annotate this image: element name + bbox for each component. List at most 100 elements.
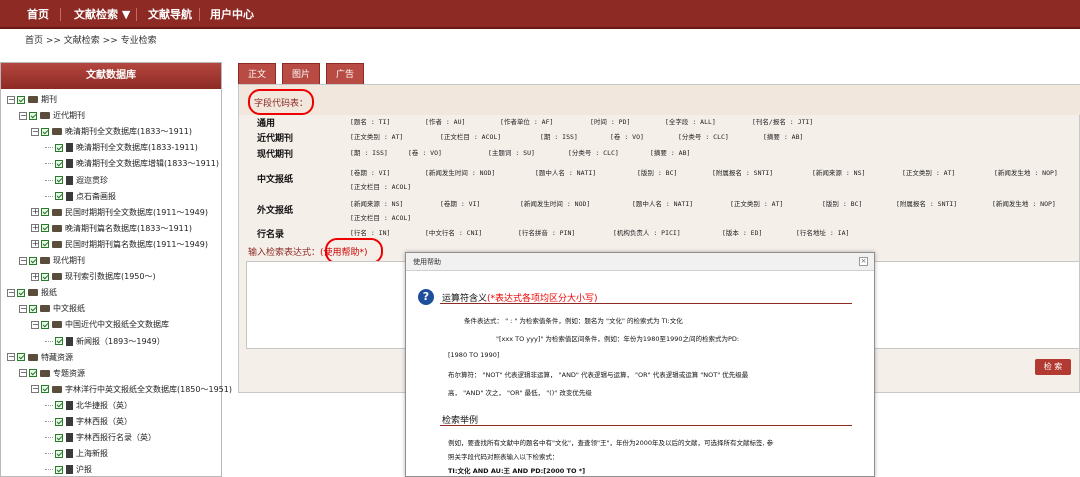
checkbox[interactable] (41, 224, 49, 233)
checkbox[interactable] (29, 304, 37, 313)
field-code: [新闻发生地 : NOP] (994, 169, 1058, 177)
document-icon (66, 336, 73, 346)
tree-node[interactable]: − 近代期刊 (19, 108, 85, 124)
checkbox[interactable] (41, 127, 49, 136)
checkbox[interactable] (55, 176, 63, 184)
checkbox[interactable] (17, 95, 25, 104)
dialog-header: 使用帮助 × (406, 253, 874, 271)
expand-icon[interactable]: + (31, 208, 39, 217)
tree-node[interactable]: − 专题资源 (19, 366, 85, 382)
tree-node[interactable]: + 现刊索引数据库(1950～) (31, 269, 156, 285)
nav-user-center[interactable]: 用户中心 (198, 0, 266, 29)
expand-icon[interactable]: + (31, 272, 39, 281)
checkbox[interactable] (55, 417, 63, 426)
tree-node[interactable]: 晚清期刊全文数据库(1833-1911) (45, 140, 198, 156)
tree-node[interactable]: + 晚清期刊篇名数据库(1833～1911) (31, 221, 192, 237)
tree-node[interactable]: − 中国近代中文报纸全文数据库 (31, 317, 169, 333)
help-line: 布尔算符： "NOT" 代表逻辑非运算， "AND" 代表逻辑与运算， "OR"… (448, 371, 749, 379)
checkbox[interactable] (55, 159, 63, 168)
checkbox[interactable] (55, 433, 63, 442)
document-icon (66, 465, 73, 475)
tab-text[interactable]: 正文 (238, 63, 276, 85)
field-code: [题中人名 : NATI] (632, 200, 694, 208)
checkbox[interactable] (29, 111, 37, 120)
checkbox[interactable] (41, 272, 49, 281)
nav-guide[interactable]: 文献导航 (136, 0, 204, 29)
collapse-icon[interactable]: − (7, 353, 15, 362)
field-code: [行名拼音 : PIN] (518, 229, 576, 237)
tree-node[interactable]: − 期刊 (7, 92, 57, 108)
checkbox[interactable] (41, 385, 49, 394)
tree-node[interactable]: − 特藏资源 (7, 350, 73, 366)
tree-node[interactable]: 字林西报行名录（英） (45, 430, 156, 446)
collapse-icon[interactable]: − (19, 256, 27, 265)
document-icon (66, 159, 73, 169)
collapse-icon[interactable]: − (19, 111, 27, 120)
folder-icon (28, 289, 38, 297)
tree-node[interactable]: − 字林洋行中英文报纸全文数据库(1850～1951) (31, 382, 232, 398)
tree-node[interactable]: 北华捷报（英） (45, 398, 132, 414)
tree-node[interactable]: − 报纸 (7, 285, 57, 301)
checkbox[interactable] (55, 192, 63, 201)
document-icon (66, 143, 73, 153)
field-code: [摘要 : AB] (650, 149, 691, 157)
tree-node-label: 近代期刊 (53, 111, 85, 121)
expand-icon[interactable]: + (31, 240, 39, 249)
collapse-icon[interactable]: − (7, 288, 15, 297)
collapse-icon[interactable]: − (7, 95, 15, 104)
checkbox[interactable] (55, 401, 63, 410)
checkbox[interactable] (41, 208, 49, 217)
folder-icon (52, 321, 62, 329)
field-code: [新闻发生地 : NOP] (992, 200, 1056, 208)
tab-images[interactable]: 图片 (282, 63, 320, 85)
tree-node-label: 字林西报（英） (76, 417, 132, 426)
tree-node[interactable]: 沪报 (45, 462, 92, 477)
checkbox[interactable] (29, 256, 37, 265)
tree-node[interactable]: − 晚清期刊全文数据库(1833～1911) (31, 124, 192, 140)
field-code: [机构负责人 : PICI] (613, 229, 681, 237)
collapse-icon[interactable]: − (31, 127, 39, 136)
checkbox[interactable] (41, 320, 49, 329)
tab-ads[interactable]: 广告 (326, 63, 364, 85)
checkbox[interactable] (55, 465, 63, 474)
collapse-icon[interactable]: − (31, 320, 39, 329)
field-code: [卷期 : VI] (440, 200, 481, 208)
checkbox[interactable] (55, 337, 63, 345)
database-sidebar: 文献数据库 − 期刊 − 近代期刊 − 晚清期刊全文数据库(1833～1911) 晚清期刊全… (0, 62, 232, 477)
folder-icon (52, 128, 62, 136)
tree-node[interactable]: 点石斋画报 (45, 189, 116, 205)
tree-node[interactable]: 新闻报（1893～1949） (45, 334, 165, 350)
field-code: [中文行名 : CNI] (425, 229, 483, 237)
checkbox[interactable] (41, 240, 49, 249)
tree-connector (45, 163, 53, 165)
folder-icon (52, 273, 62, 281)
expand-icon[interactable]: + (31, 224, 39, 233)
tree-node-label: 报纸 (41, 288, 57, 298)
tree-node[interactable]: 字林西报（英） (45, 414, 132, 430)
search-button[interactable]: 检 索 (1035, 359, 1071, 375)
collapse-icon[interactable]: − (19, 369, 27, 378)
checkbox[interactable] (55, 143, 63, 152)
breadcrumb: 首页 >> 文献检索 >> 专业检索 (25, 36, 157, 46)
close-icon[interactable]: × (859, 257, 868, 266)
checkbox[interactable] (17, 288, 25, 297)
folder-icon (52, 224, 62, 232)
tree-node[interactable]: − 现代期刊 (19, 253, 85, 269)
field-code: [正文栏目 : ACOL] (440, 133, 502, 141)
collapse-icon[interactable]: − (31, 385, 39, 394)
tree-node-label: 民国时期期刊篇名数据库(1911～1949) (65, 239, 208, 249)
checkbox[interactable] (29, 369, 37, 378)
tree-node[interactable]: + 民国时期期刊篇名数据库(1911～1949) (31, 237, 208, 253)
tree-node[interactable]: 上海新报 (45, 446, 108, 462)
nav-search[interactable]: 文献检索 ▼ (62, 0, 142, 29)
tree-node[interactable]: + 民国时期期刊全文数据库(1911～1949) (31, 205, 208, 221)
document-icon (66, 449, 73, 459)
nav-home[interactable]: 首页 (15, 0, 61, 29)
tree-node[interactable]: 遐迩贯珍 (45, 173, 108, 189)
tree-node[interactable]: 晚清期刊全文数据库增辑(1833～1911) (45, 156, 219, 172)
sidebar-title: 文献数据库 (1, 63, 221, 89)
checkbox[interactable] (55, 449, 63, 458)
tree-node[interactable]: − 中文报纸 (19, 301, 85, 317)
collapse-icon[interactable]: − (19, 304, 27, 313)
checkbox[interactable] (17, 353, 25, 362)
